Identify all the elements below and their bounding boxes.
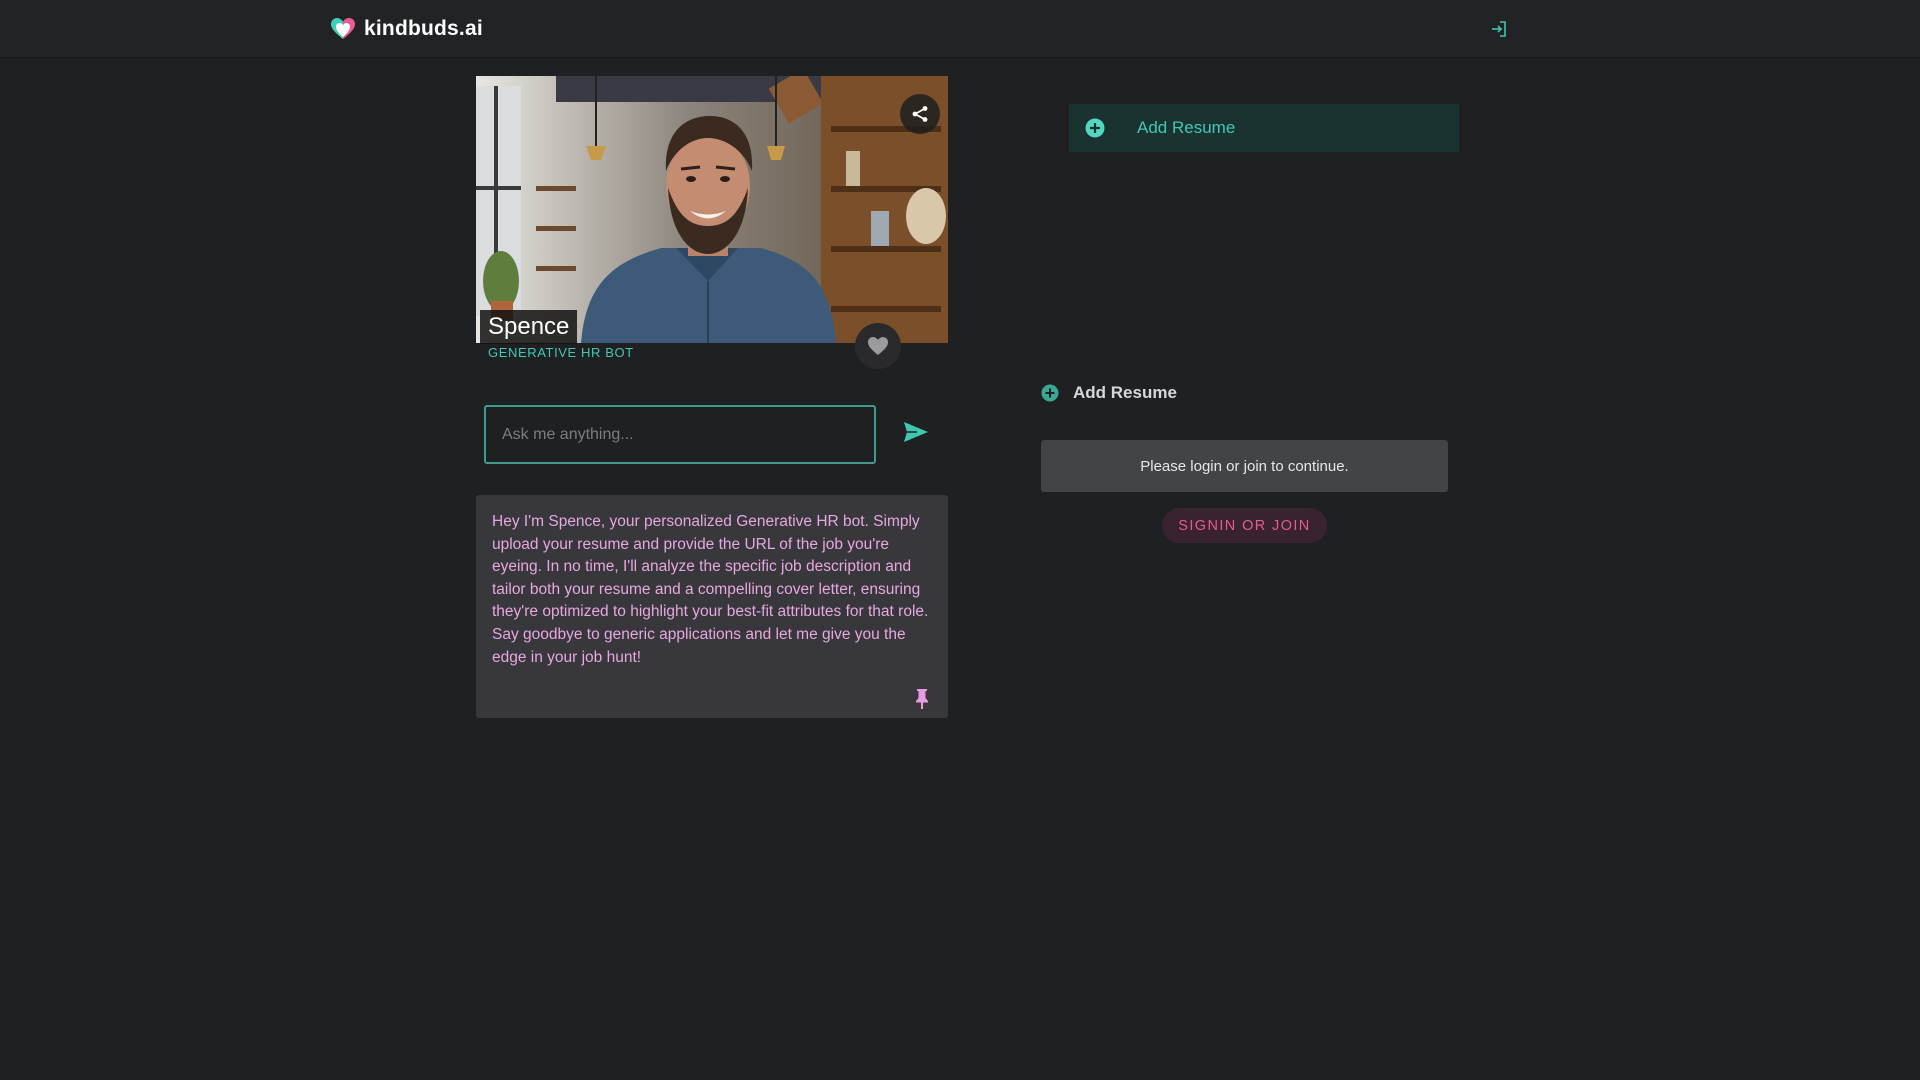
- heart-icon: [868, 337, 888, 355]
- top-bar: kindbuds.ai: [0, 0, 1920, 58]
- add-resume-heading: Add Resume: [1041, 380, 1177, 406]
- add-resume-tab-label: Add Resume: [1137, 118, 1236, 137]
- bot-name: Spence: [480, 310, 578, 344]
- brand[interactable]: kindbuds.ai: [330, 14, 483, 44]
- intro-message: Hey I'm Spence, your personalized Genera…: [476, 495, 948, 718]
- share-icon: [912, 106, 928, 122]
- login-notice: Please login or join to continue.: [1041, 440, 1448, 492]
- plus-circle-icon: [1085, 118, 1105, 138]
- login-icon[interactable]: [1486, 16, 1512, 42]
- send-button[interactable]: [900, 416, 932, 448]
- heart-logo-icon: [331, 18, 355, 39]
- add-resume-heading-label: Add Resume: [1073, 383, 1177, 402]
- ask-input[interactable]: [484, 405, 876, 464]
- signin-or-join-button[interactable]: SIGNIN OR JOIN: [1162, 508, 1327, 543]
- favorite-button[interactable]: [855, 323, 901, 369]
- intro-message-text: Hey I'm Spence, your personalized Genera…: [492, 513, 929, 666]
- share-button[interactable]: [900, 94, 940, 134]
- bot-role: GENERATIVE HR BOT: [488, 345, 634, 360]
- send-icon: [904, 422, 928, 442]
- add-resume-tab[interactable]: Add Resume: [1069, 104, 1459, 152]
- plus-circle-icon: [1041, 384, 1059, 402]
- bot-avatar-image: [476, 76, 948, 343]
- pin-icon[interactable]: [914, 688, 930, 710]
- brand-name: kindbuds.ai: [364, 17, 483, 40]
